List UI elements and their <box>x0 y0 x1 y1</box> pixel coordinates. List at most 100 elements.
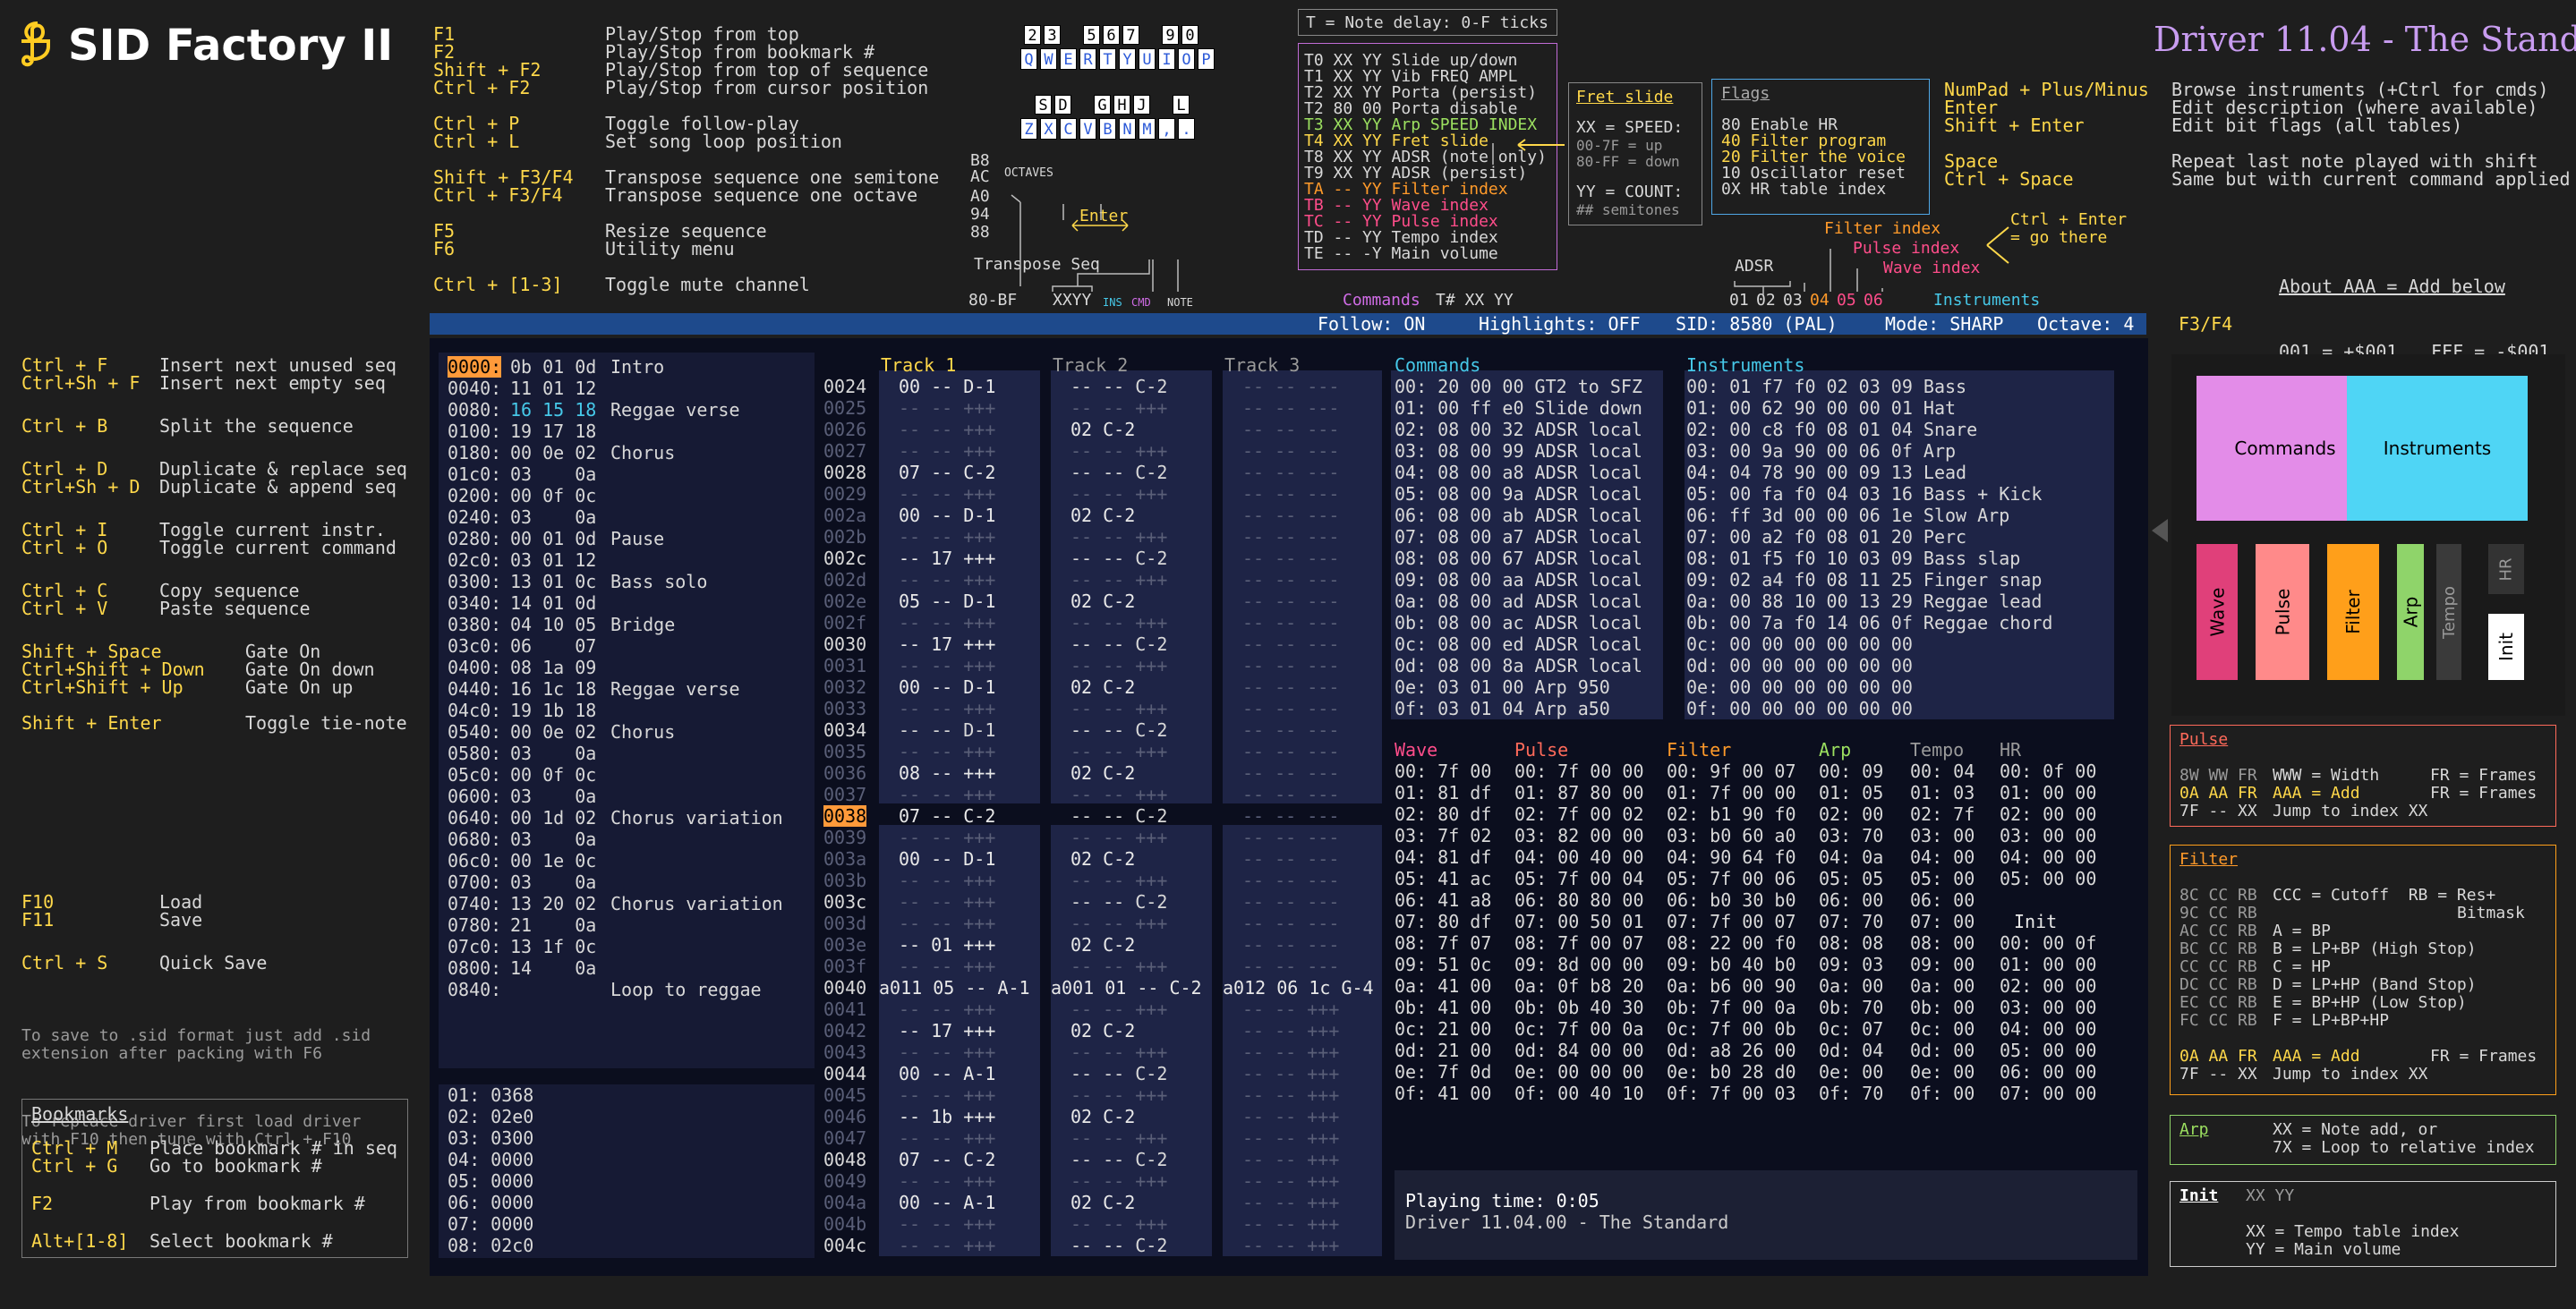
tempo-entry[interactable]: 05: 00 <box>1910 868 1975 889</box>
orderlist-row[interactable]: 0200: 00 0f 0c <box>448 485 806 506</box>
pulse-entry[interactable]: 01: 87 80 00 <box>1514 782 1644 803</box>
filter-entry[interactable]: 05: 7f 00 06 <box>1667 868 1796 889</box>
wave-entry[interactable]: 06: 41 a8 <box>1395 889 1491 911</box>
track-row[interactable]: 002e 05 -- D-1 02 C-2 -- -- --- <box>823 591 1396 612</box>
tempo-entry[interactable]: 07: 00 <box>1910 911 1975 932</box>
track-row[interactable]: 002b -- -- +++ -- -- +++ -- -- --- <box>823 526 1396 548</box>
pulse-entry[interactable]: 0c: 7f 00 0a <box>1514 1018 1644 1040</box>
tempo-entry[interactable]: 03: 00 <box>1910 825 1975 846</box>
orderlist-row[interactable]: 0300: 13 01 0c Bass solo <box>448 571 806 592</box>
orderlist-row[interactable]: 0340: 14 01 0d <box>448 592 806 614</box>
track-row[interactable]: 004b -- -- +++ -- -- +++ -- -- +++ <box>823 1213 1396 1235</box>
tempo-entry[interactable]: 06: 00 <box>1910 889 1975 911</box>
command-entry[interactable]: 09: 08 00 aa ADSR local <box>1395 569 1642 591</box>
table-header-filter[interactable]: Filter <box>1667 739 1731 761</box>
pulse-entry[interactable]: 07: 00 50 01 <box>1514 911 1644 932</box>
arp-entry[interactable]: 0c: 07 <box>1819 1018 1883 1040</box>
instrument-entry[interactable]: 04: 04 78 90 00 09 13 Lead <box>1686 462 2052 483</box>
tables-area[interactable]: Wave Pulse Filter Arp Tempo HR 00: 7f 00 01: 81… <box>1395 739 2111 1115</box>
orderlist-row[interactable]: 0780: 21 0a <box>448 914 806 936</box>
filter-entry[interactable]: 04: 90 64 f0 <box>1667 846 1796 868</box>
track1-header[interactable]: Track 1 <box>881 356 956 374</box>
filter-entry[interactable]: 01: 7f 00 00 <box>1667 782 1796 803</box>
track-row[interactable]: 0028 07 -- C-2 -- -- C-2 -- -- --- <box>823 462 1396 483</box>
wave-entry[interactable]: 01: 81 df <box>1395 782 1491 803</box>
pulse-entry[interactable]: 0b: 0b 40 30 <box>1514 997 1644 1018</box>
instrument-entry[interactable]: 09: 02 a4 f0 08 11 25 Finger snap <box>1686 569 2052 591</box>
tempo-entry[interactable]: 0b: 00 <box>1910 997 1975 1018</box>
init-entry[interactable]: 01: 00 00 <box>2000 954 2096 975</box>
wave-entry[interactable]: 0d: 21 00 <box>1395 1040 1491 1061</box>
orderlist-row[interactable]: 03c0: 06 07 <box>448 635 806 657</box>
pulse-entry[interactable]: 0d: 84 00 00 <box>1514 1040 1644 1061</box>
filter-entry[interactable]: 0d: a8 26 00 <box>1667 1040 1796 1061</box>
filter-entry[interactable]: 0e: b0 28 d0 <box>1667 1061 1796 1083</box>
orderlist-row[interactable]: 04c0: 19 1b 18 <box>448 700 806 721</box>
wave-entry[interactable]: 0f: 41 00 <box>1395 1083 1491 1104</box>
track-row[interactable]: 003f -- -- +++ -- -- +++ -- -- --- <box>823 956 1396 977</box>
init-entry[interactable]: 06: 00 00 <box>2000 1061 2096 1083</box>
orderlist-row[interactable]: 0040: 11 01 12 <box>448 378 806 399</box>
block-instruments[interactable]: Instruments <box>2347 376 2528 521</box>
command-entry[interactable]: 0d: 08 00 8a ADSR local <box>1395 655 1642 676</box>
table-header-wave[interactable]: Wave <box>1395 739 1437 761</box>
instrument-entry[interactable]: 0a: 00 88 10 00 13 29 Reggae lead <box>1686 591 2052 612</box>
track-row[interactable]: 0029 -- -- +++ -- -- +++ -- -- --- <box>823 483 1396 505</box>
wave-entry[interactable]: 07: 80 df <box>1395 911 1491 932</box>
orderlist-row[interactable]: 0180: 00 0e 02 Chorus <box>448 442 806 463</box>
track-row[interactable]: 0040 a011 05 -- A-1 a001 01 -- C-2 a012 06 … <box>823 977 1396 999</box>
command-entry[interactable]: 0a: 08 00 ad ADSR local <box>1395 591 1642 612</box>
track-row[interactable]: 0032 00 -- D-1 02 C-2 -- -- --- <box>823 676 1396 698</box>
block-filter[interactable]: Filter <box>2327 544 2379 680</box>
instrument-entry[interactable]: 00: 01 f7 f0 02 03 09 Bass <box>1686 376 2052 397</box>
track-row[interactable]: 0047 -- -- +++ -- -- +++ -- -- +++ <box>823 1127 1396 1149</box>
wave-entry[interactable]: 0c: 21 00 <box>1395 1018 1491 1040</box>
orderlist-row[interactable]: 0800: 14 0a <box>448 957 806 979</box>
track-row[interactable]: 0027 -- -- +++ -- -- +++ -- -- --- <box>823 440 1396 462</box>
arp-entry[interactable]: 02: 00 <box>1819 803 1883 825</box>
instrument-entry[interactable]: 0c: 00 00 00 00 00 00 <box>1686 633 2052 655</box>
orderlist-row[interactable]: 06c0: 00 1e 0c <box>448 850 806 871</box>
sid-status[interactable]: SID: 8580 (PAL) <box>1676 315 1838 333</box>
arp-entry[interactable]: 01: 05 <box>1819 782 1883 803</box>
table-header-pulse[interactable]: Pulse <box>1514 739 1568 761</box>
pulse-entry[interactable]: 09: 8d 00 00 <box>1514 954 1644 975</box>
arp-entry[interactable]: 09: 03 <box>1819 954 1883 975</box>
track3-header[interactable]: Track 3 <box>1224 356 1300 374</box>
instrument-entry[interactable]: 03: 00 9a 90 00 06 0f Arp <box>1686 440 2052 462</box>
track-row[interactable]: 003c -- -- +++ -- -- C-2 -- -- --- <box>823 891 1396 913</box>
tempo-entry[interactable]: 08: 00 <box>1910 932 1975 954</box>
orderlist-row[interactable]: 0700: 03 0a <box>448 871 806 893</box>
track-row[interactable]: 0038 07 -- C-2 -- -- C-2 -- -- --- <box>823 805 1396 827</box>
arp-entry[interactable]: 05: 05 <box>1819 868 1883 889</box>
instrument-entry[interactable]: 01: 00 62 90 00 00 01 Hat <box>1686 397 2052 419</box>
arp-entry[interactable]: 0e: 00 <box>1819 1061 1883 1083</box>
instrument-entry[interactable]: 0d: 00 00 00 00 00 00 <box>1686 655 2052 676</box>
highlights-status[interactable]: Highlights: OFF <box>1479 315 1641 333</box>
command-entry[interactable]: 07: 08 00 a7 ADSR local <box>1395 526 1642 548</box>
pulse-entry[interactable]: 00: 7f 00 00 <box>1514 761 1644 782</box>
track-row[interactable]: 0036 08 -- +++ 02 C-2 -- -- --- <box>823 762 1396 784</box>
commands-list[interactable]: 00: 20 00 00 GT2 to SFZ 01: 00 ff e0 Slid… <box>1395 376 1642 719</box>
track-row[interactable]: 0031 -- -- +++ -- -- +++ -- -- --- <box>823 655 1396 676</box>
orderlist-row[interactable]: 02c0: 03 01 12 <box>448 549 806 571</box>
bookmark-entry[interactable]: 04: 0000 <box>448 1149 533 1170</box>
init-entry[interactable]: 00: 00 0f <box>2000 932 2096 954</box>
track-row[interactable]: 003a 00 -- D-1 02 C-2 -- -- --- <box>823 848 1396 870</box>
instrument-entry[interactable]: 05: 00 fa f0 04 03 16 Bass + Kick <box>1686 483 2052 505</box>
track-row[interactable]: 004c -- -- +++ -- -- C-2 -- -- +++ <box>823 1235 1396 1256</box>
block-pulse[interactable]: Pulse <box>2256 544 2309 680</box>
instrument-entry[interactable]: 0e: 00 00 00 00 00 00 <box>1686 676 2052 698</box>
track-row[interactable]: 003e -- 01 +++ 02 C-2 -- -- --- <box>823 934 1396 956</box>
arp-entry[interactable]: 04: 0a <box>1819 846 1883 868</box>
command-entry[interactable]: 0c: 08 00 ed ADSR local <box>1395 633 1642 655</box>
filter-entry[interactable]: 08: 22 00 f0 <box>1667 932 1796 954</box>
bookmark-entry[interactable]: 01: 0368 <box>448 1084 533 1106</box>
command-entry[interactable]: 08: 08 00 67 ADSR local <box>1395 548 1642 569</box>
hr-entry[interactable]: 00: 0f 00 <box>2000 761 2096 782</box>
command-entry[interactable]: 06: 08 00 ab ADSR local <box>1395 505 1642 526</box>
command-entry[interactable]: 04: 08 00 a8 ADSR local <box>1395 462 1642 483</box>
track-row[interactable]: 0030 -- 17 +++ -- -- C-2 -- -- --- <box>823 633 1396 655</box>
init-entry[interactable]: 03: 00 00 <box>2000 997 2096 1018</box>
block-wave[interactable]: Wave <box>2196 544 2238 680</box>
